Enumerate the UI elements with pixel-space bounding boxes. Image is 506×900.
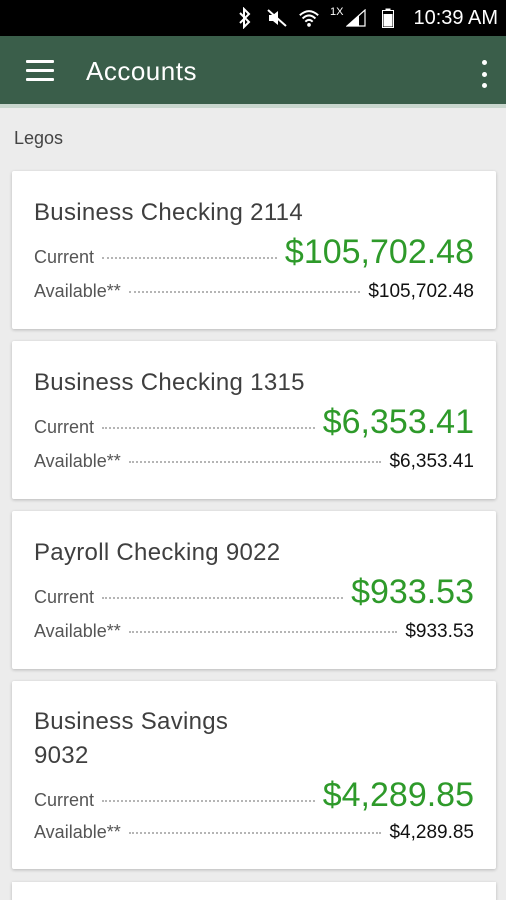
- signal-icon: [345, 7, 367, 29]
- available-balance: $6,353.41: [389, 451, 474, 472]
- current-label: Current: [34, 417, 95, 437]
- page-title: Accounts: [86, 56, 197, 86]
- current-balance: $933.53: [351, 573, 474, 611]
- account-card[interactable]: Business Savings 9032 Current $4,289.85 …: [12, 681, 496, 869]
- available-label: Available**: [34, 822, 121, 842]
- account-name-line1: Business Savings: [34, 708, 229, 735]
- current-balance-row: Current $933.53: [34, 573, 474, 612]
- wifi-icon: [298, 7, 320, 29]
- account-card-partial[interactable]: [12, 882, 496, 900]
- available-balance-row: Available** $105,702.48: [34, 281, 474, 303]
- available-label: Available**: [34, 451, 121, 471]
- available-balance: $933.53: [405, 621, 474, 642]
- current-balance: $4,289.85: [322, 776, 474, 814]
- available-balance-row: Available** $6,353.41: [34, 451, 474, 473]
- clock: 10:39 AM: [413, 6, 498, 29]
- available-balance: $4,289.85: [389, 822, 474, 843]
- leader-dots: [128, 631, 398, 633]
- current-balance-row: Current $6,353.41: [34, 403, 474, 442]
- account-group-label: Legos: [14, 128, 64, 148]
- account-name: Payroll Checking 9022: [34, 539, 281, 566]
- app-bar: Accounts: [0, 36, 506, 108]
- account-name: Business Checking 1315: [34, 369, 305, 396]
- leader-dots: [128, 832, 382, 834]
- account-name-line2: 9032: [34, 742, 89, 769]
- current-balance-row: Current $105,702.48: [34, 233, 474, 272]
- account-card[interactable]: Payroll Checking 9022 Current $933.53 Av…: [12, 511, 496, 669]
- available-label: Available**: [34, 281, 121, 301]
- current-label: Current: [34, 587, 95, 607]
- status-icons: 1X 10:39 AM: [234, 0, 498, 36]
- available-balance-row: Available** $4,289.85: [34, 822, 474, 844]
- leader-dots: [128, 461, 382, 463]
- available-balance-row: Available** $933.53: [34, 621, 474, 643]
- current-balance: $6,353.41: [322, 403, 474, 441]
- mute-icon: [266, 7, 288, 29]
- account-name: Business Checking 2114: [34, 199, 303, 226]
- leader-dots: [102, 800, 315, 802]
- status-bar: 1X 10:39 AM: [0, 0, 506, 36]
- current-label: Current: [34, 247, 95, 267]
- leader-dots: [128, 291, 361, 293]
- more-vert-icon[interactable]: [478, 60, 490, 88]
- leader-dots: [102, 427, 315, 429]
- network-type-label: 1X: [330, 6, 344, 18]
- current-balance: $105,702.48: [284, 233, 474, 271]
- account-card[interactable]: Business Checking 2114 Current $105,702.…: [12, 171, 496, 329]
- leader-dots: [102, 597, 344, 599]
- account-card[interactable]: Business Checking 1315 Current $6,353.41…: [12, 341, 496, 499]
- leader-dots: [102, 257, 277, 259]
- bluetooth-icon: [234, 7, 256, 29]
- available-balance: $105,702.48: [368, 281, 474, 302]
- hamburger-menu-icon[interactable]: [26, 60, 54, 84]
- available-label: Available**: [34, 621, 121, 641]
- current-label: Current: [34, 790, 95, 810]
- battery-icon: [377, 7, 399, 29]
- current-balance-row: Current $4,289.85: [34, 776, 474, 815]
